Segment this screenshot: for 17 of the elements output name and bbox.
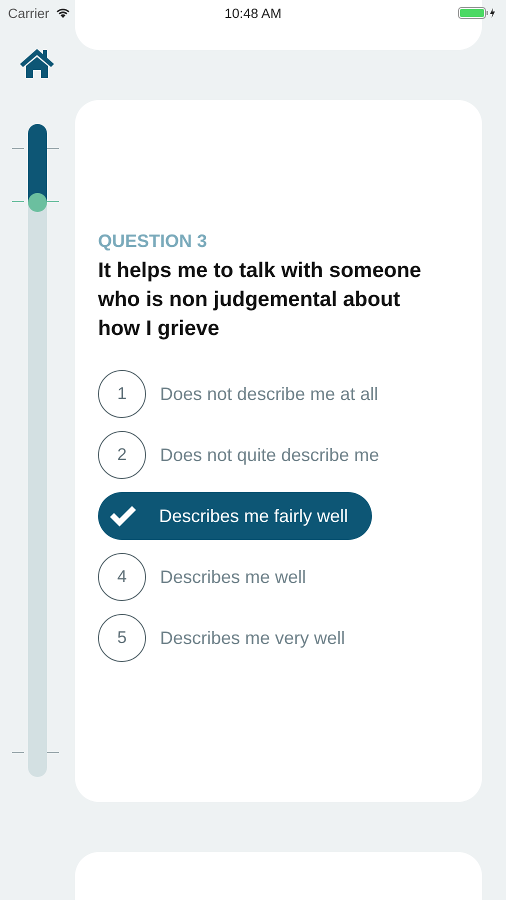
home-icon[interactable] <box>19 47 55 79</box>
wifi-icon <box>55 7 72 19</box>
battery-icon <box>458 7 498 19</box>
answer-option[interactable]: 4 Describes me well <box>98 553 306 601</box>
tick-mark <box>12 201 59 202</box>
tick-mark <box>12 752 59 753</box>
check-icon <box>108 504 138 528</box>
progress-thumb[interactable] <box>28 193 47 212</box>
answer-option[interactable]: 1 Does not describe me at all <box>98 370 378 418</box>
tick-mark <box>12 148 59 149</box>
status-time: 10:48 AM <box>224 6 282 20</box>
answer-option[interactable]: Describes me fairly well <box>98 492 372 540</box>
carrier-name: Carrier <box>8 6 50 20</box>
answer-option[interactable]: 5 Describes me very well <box>98 614 346 662</box>
answer-option[interactable]: 2 Does not quite describe me <box>98 431 380 479</box>
question-text: It helps me to talk with someone who is non judgemental about how I grieve <box>98 258 422 342</box>
question-number: QUESTION 3 <box>98 231 208 252</box>
